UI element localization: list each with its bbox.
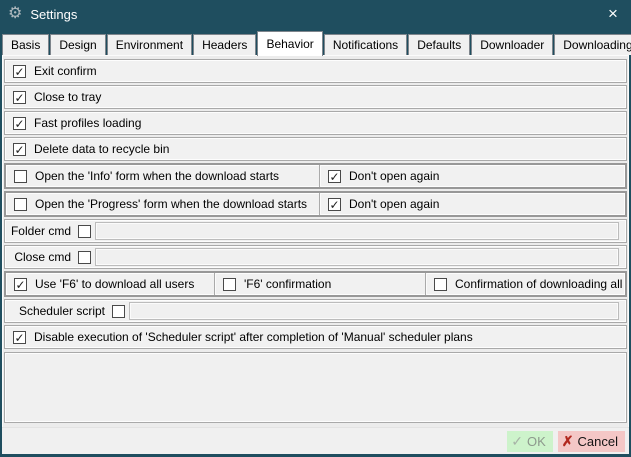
check-icon: ✓ bbox=[511, 433, 523, 450]
folder-cmd-input[interactable] bbox=[95, 222, 619, 240]
empty-panel bbox=[4, 352, 627, 423]
progress-dont-open-again-checkbox[interactable]: ✓ bbox=[328, 198, 341, 211]
row-folder-cmd: Folder cmd bbox=[4, 219, 627, 243]
row-delete-recycle: ✓ Delete data to recycle bin bbox=[4, 137, 627, 161]
close-cmd-input[interactable] bbox=[95, 248, 619, 266]
close-cmd-checkbox[interactable] bbox=[78, 251, 91, 264]
tab-downloader[interactable]: Downloader bbox=[471, 34, 553, 55]
disable-scheduler-script-checkbox[interactable]: ✓ bbox=[13, 331, 26, 344]
settings-window: ⚙ Settings × Basis Design Environment He… bbox=[0, 0, 631, 457]
tab-strip: Basis Design Environment Headers Behavio… bbox=[2, 28, 629, 55]
f6-confirmation-label: 'F6' confirmation bbox=[244, 277, 331, 291]
open-progress-form-checkbox[interactable] bbox=[14, 198, 27, 211]
row-close-to-tray: ✓ Close to tray bbox=[4, 85, 627, 109]
window-title: Settings bbox=[30, 7, 77, 22]
close-to-tray-checkbox[interactable]: ✓ bbox=[13, 91, 26, 104]
button-bar: ✓ OK ✗ Cancel bbox=[2, 427, 629, 454]
titlebar: ⚙ Settings × bbox=[0, 0, 631, 28]
row-open-info-form: Open the 'Info' form when the download s… bbox=[4, 163, 627, 189]
confirmation-downloading-all-label: Confirmation of downloading all bbox=[455, 277, 622, 291]
scheduler-script-checkbox[interactable] bbox=[112, 305, 125, 318]
open-info-form-label: Open the 'Info' form when the download s… bbox=[35, 169, 279, 183]
tab-defaults[interactable]: Defaults bbox=[408, 34, 470, 55]
folder-cmd-label: Folder cmd bbox=[5, 224, 71, 238]
folder-cmd-checkbox[interactable] bbox=[78, 225, 91, 238]
cancel-button-label: Cancel bbox=[578, 434, 618, 449]
row-exit-confirm: ✓ Exit confirm bbox=[4, 59, 627, 83]
x-icon: ✗ bbox=[562, 433, 574, 450]
row-fast-profiles: ✓ Fast profiles loading bbox=[4, 111, 627, 135]
gear-icon: ⚙ bbox=[8, 6, 22, 22]
tab-notifications[interactable]: Notifications bbox=[324, 34, 407, 55]
row-scheduler-script: Scheduler script bbox=[4, 299, 627, 323]
tab-environment[interactable]: Environment bbox=[107, 34, 192, 55]
scheduler-script-label: Scheduler script bbox=[5, 304, 105, 318]
open-progress-form-label: Open the 'Progress' form when the downlo… bbox=[35, 197, 307, 211]
exit-confirm-checkbox[interactable]: ✓ bbox=[13, 65, 26, 78]
tab-downloading[interactable]: Downloading bbox=[554, 34, 631, 55]
row-open-progress-form: Open the 'Progress' form when the downlo… bbox=[4, 191, 627, 217]
row-f6-options: ✓ Use 'F6' to download all users 'F6' co… bbox=[4, 271, 627, 297]
use-f6-checkbox[interactable]: ✓ bbox=[14, 278, 27, 291]
open-info-form-checkbox[interactable] bbox=[14, 170, 27, 183]
fast-profiles-checkbox[interactable]: ✓ bbox=[13, 117, 26, 130]
info-dont-open-again-checkbox[interactable]: ✓ bbox=[328, 170, 341, 183]
row-close-cmd: Close cmd bbox=[4, 245, 627, 269]
row-disable-scheduler-script: ✓ Disable execution of 'Scheduler script… bbox=[4, 325, 627, 349]
tab-behavior[interactable]: Behavior bbox=[257, 31, 322, 56]
progress-dont-open-again-label: Don't open again bbox=[349, 197, 439, 211]
close-icon[interactable]: × bbox=[601, 3, 625, 25]
close-cmd-label: Close cmd bbox=[5, 250, 71, 264]
tab-headers[interactable]: Headers bbox=[193, 34, 256, 55]
f6-confirmation-checkbox[interactable] bbox=[223, 278, 236, 291]
close-to-tray-label: Close to tray bbox=[34, 90, 101, 104]
ok-button-label: OK bbox=[527, 434, 546, 449]
disable-scheduler-script-label: Disable execution of 'Scheduler script' … bbox=[34, 330, 473, 344]
behavior-tab-page: ✓ Exit confirm ✓ Close to tray ✓ Fast pr… bbox=[2, 55, 629, 427]
use-f6-label: Use 'F6' to download all users bbox=[35, 277, 194, 291]
delete-recycle-checkbox[interactable]: ✓ bbox=[13, 143, 26, 156]
exit-confirm-label: Exit confirm bbox=[34, 64, 97, 78]
delete-recycle-label: Delete data to recycle bin bbox=[34, 142, 169, 156]
scheduler-script-input[interactable] bbox=[129, 302, 619, 320]
fast-profiles-label: Fast profiles loading bbox=[34, 116, 141, 130]
tab-basis[interactable]: Basis bbox=[2, 34, 49, 55]
tab-design[interactable]: Design bbox=[50, 34, 105, 55]
ok-button[interactable]: ✓ OK bbox=[507, 431, 553, 452]
info-dont-open-again-label: Don't open again bbox=[349, 169, 439, 183]
cancel-button[interactable]: ✗ Cancel bbox=[558, 431, 625, 452]
confirmation-downloading-all-checkbox[interactable] bbox=[434, 278, 447, 291]
